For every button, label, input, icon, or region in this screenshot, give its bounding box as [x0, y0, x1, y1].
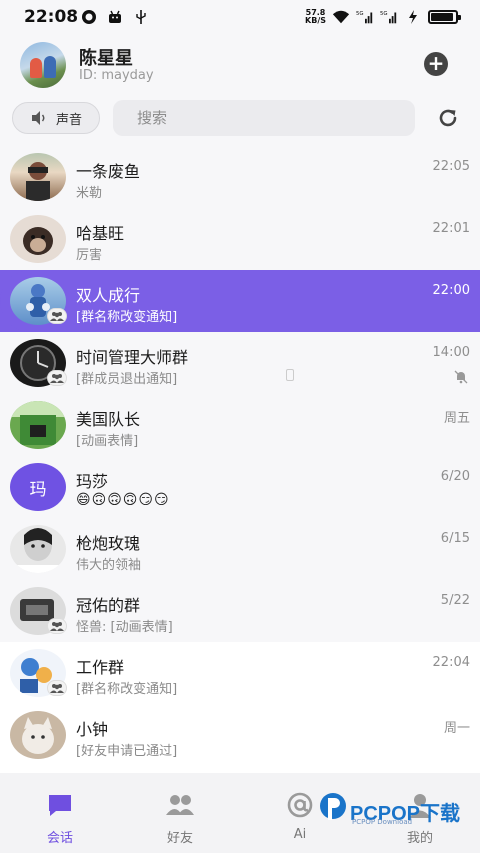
- pcpop-logo-icon: [320, 793, 346, 820]
- conversation-preview: [群成员退出通知]: [76, 372, 178, 387]
- contact-avatar: [10, 711, 66, 759]
- group-badge-icon: [47, 680, 67, 696]
- tab-label: 会话: [46, 831, 73, 846]
- conversation-item[interactable]: 玛 玛莎 😄🙃🙃🙃😏😏 6/20: [0, 456, 480, 518]
- usb-icon: [132, 8, 150, 26]
- contact-avatar: [10, 525, 66, 573]
- conversation-item[interactable]: 工作群 [群名称改变通知] 22:04: [0, 642, 480, 704]
- wifi-icon: [332, 8, 350, 26]
- search-box[interactable]: [113, 100, 415, 136]
- conversation-item[interactable]: 一条废鱼 米勒 22:05: [0, 146, 480, 208]
- conversation-item[interactable]: 哈基旺 厉害 22:01: [0, 208, 480, 270]
- battery-icon: [428, 10, 461, 24]
- conversation-time: 22:04: [432, 655, 470, 670]
- tab-label: 好友: [166, 831, 193, 846]
- conversation-item[interactable]: 小钟 [好友申请已通过] 周一: [0, 704, 480, 766]
- sound-toggle-button[interactable]: 声音: [12, 102, 100, 134]
- conversation-preview: 伟大的领袖: [76, 558, 142, 573]
- contact-avatar: 玛: [10, 463, 66, 511]
- at-icon: [287, 792, 313, 818]
- conversation-title: 工作群: [76, 658, 125, 677]
- conversation-time: 周五: [443, 411, 470, 426]
- svg-text:5G: 5G: [356, 11, 364, 17]
- contact-avatar: [10, 153, 66, 201]
- conversation-title: 时间管理大师群: [76, 348, 189, 367]
- conversation-time: 6/15: [440, 531, 470, 546]
- conversation-title: 枪炮玫瑰: [76, 534, 141, 553]
- chat-icon: [49, 795, 71, 816]
- friends-icon: [166, 795, 194, 815]
- speaker-icon: [31, 111, 45, 125]
- conversation-item[interactable]: 冠佑的群 怪兽: [动画表情] 5/22: [0, 580, 480, 642]
- group-badge-icon: [47, 618, 67, 634]
- conversation-preview: [群名称改变通知]: [76, 310, 178, 325]
- conversation-title: 玛莎: [76, 472, 109, 491]
- conversation-item[interactable]: 枪炮玫瑰 伟大的领袖 6/15: [0, 518, 480, 580]
- tab-friends[interactable]: 好友: [120, 773, 240, 846]
- android-icon: [106, 8, 124, 26]
- conversation-time: 5/22: [440, 593, 470, 608]
- network-speed: 57.8 KB/S: [305, 8, 326, 25]
- conversation-item[interactable]: 美国队长 [动画表情] 周五: [0, 394, 480, 456]
- signal-5g-icon: 5G: [356, 8, 374, 26]
- conversation-item[interactable]: 时间管理大师群 [群成员退出通知] 14:00: [0, 332, 480, 394]
- toolbar: 声音: [0, 100, 480, 136]
- signal-5g-secondary-icon: 5G: [380, 8, 398, 26]
- placeholder-glyph: [286, 369, 294, 381]
- conversation-preview: 厉害: [76, 248, 103, 263]
- profile-header: 陈星星 ID: mayday +: [0, 34, 480, 96]
- tab-label: 我的: [406, 831, 433, 846]
- charging-icon: [404, 8, 422, 26]
- conversation-title: 双人成行: [76, 286, 141, 305]
- svg-text:5G: 5G: [380, 11, 388, 17]
- user-name: 陈星星: [79, 48, 133, 69]
- conversation-item-selected[interactable]: 双人成行 [群名称改变通知] 22:00: [0, 270, 480, 332]
- status-bar: 22:08 57.8 KB/S 5G 5G: [0, 0, 480, 34]
- conversation-time: 14:00: [432, 345, 470, 360]
- conversation-preview: 😄🙃🙃🙃😏😏: [76, 492, 170, 508]
- conversation-preview: [动画表情]: [76, 434, 139, 449]
- user-avatar[interactable]: [20, 42, 66, 88]
- search-input[interactable]: [113, 100, 415, 136]
- plus-icon: +: [427, 51, 445, 75]
- mute-bell-icon: [454, 370, 468, 384]
- conversation-title: 一条废鱼: [76, 162, 141, 181]
- conversation-title: 美国队长: [76, 410, 141, 429]
- conversation-title: 哈基旺: [76, 224, 125, 243]
- app-notification-icon: [80, 8, 98, 26]
- status-time: 22:08: [24, 7, 79, 27]
- conversation-time: 6/20: [440, 469, 470, 484]
- conversation-preview: 米勒: [76, 186, 103, 201]
- add-button[interactable]: +: [424, 52, 448, 76]
- tab-chats[interactable]: 会话: [0, 773, 120, 846]
- group-badge-icon: [47, 370, 67, 386]
- sound-label: 声音: [55, 112, 82, 128]
- refresh-icon[interactable]: [436, 106, 460, 130]
- conversation-time: 22:00: [432, 283, 470, 298]
- conversation-title: 冠佑的群: [76, 596, 141, 615]
- conversation-preview: [群名称改变通知]: [76, 682, 178, 697]
- watermark-subtext: PCPOP Download: [352, 818, 413, 826]
- conversation-time: 周一: [443, 721, 470, 736]
- conversation-preview: [好友申请已通过]: [76, 744, 178, 759]
- contact-avatar: [10, 401, 66, 449]
- conversation-time: 22:05: [432, 159, 470, 174]
- conversation-title: 小钟: [76, 720, 109, 739]
- user-id: ID: mayday: [79, 68, 154, 83]
- group-badge-icon: [47, 308, 67, 324]
- tab-label: Ai: [293, 827, 307, 842]
- conversation-preview: 怪兽: [动画表情]: [76, 620, 173, 635]
- conversation-time: 22:01: [432, 221, 470, 236]
- contact-avatar: [10, 215, 66, 263]
- avatar-initial: 玛: [29, 479, 47, 500]
